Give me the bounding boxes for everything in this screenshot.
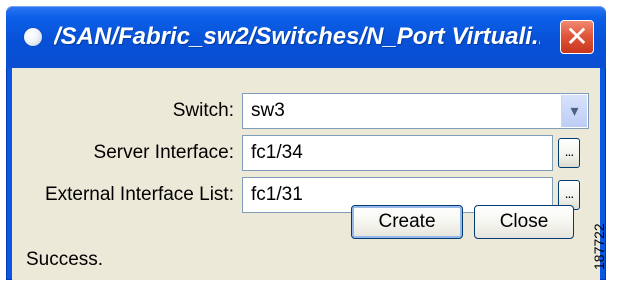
close-window-button[interactable]: ✕ bbox=[560, 20, 594, 54]
dialog-window: /SAN/Fabric_sw2/Switches/N_Port Virtuali… bbox=[6, 6, 606, 280]
server-interface-value: fc1/34 bbox=[251, 142, 303, 163]
title-bar[interactable]: /SAN/Fabric_sw2/Switches/N_Port Virtuali… bbox=[6, 6, 606, 68]
chevron-down-icon[interactable]: ▾ bbox=[561, 95, 587, 127]
server-interface-label: Server Interface: bbox=[93, 142, 234, 163]
app-icon bbox=[24, 28, 42, 46]
server-interface-browse-button[interactable]: ... bbox=[558, 138, 580, 168]
create-button[interactable]: Create bbox=[351, 205, 463, 239]
window-title: /SAN/Fabric_sw2/Switches/N_Port Virtuali… bbox=[54, 23, 540, 50]
server-interface-field[interactable]: fc1/34 bbox=[242, 135, 553, 171]
external-interface-list-value: fc1/31 bbox=[251, 184, 303, 205]
figure-id: 187722 bbox=[591, 223, 607, 271]
external-interface-list-label: External Interface List: bbox=[44, 184, 234, 205]
switch-select[interactable]: sw3 ▾ bbox=[242, 93, 589, 129]
switch-label: Switch: bbox=[172, 100, 234, 121]
dialog-content: Switch: sw3 ▾ Server Interface: fc1/34 .… bbox=[12, 68, 600, 280]
close-icon: ✕ bbox=[565, 20, 589, 53]
status-text: Success. bbox=[26, 249, 104, 270]
switch-value: sw3 bbox=[251, 100, 285, 121]
close-button[interactable]: Close bbox=[474, 205, 574, 239]
